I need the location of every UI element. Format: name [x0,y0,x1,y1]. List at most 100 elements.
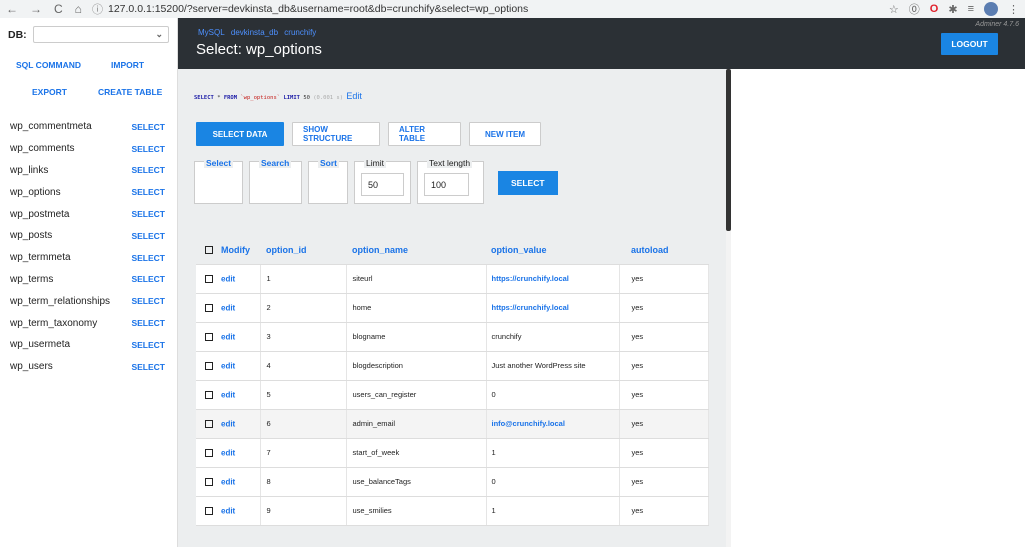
row-edit-link[interactable]: edit [221,477,235,486]
select-data-button[interactable]: SELECT DATA [196,122,284,146]
row-checkbox[interactable] [205,448,213,457]
sidebar-select-link[interactable]: SELECT [131,318,165,328]
row-checkbox[interactable] [205,332,213,341]
breadcrumb-db[interactable]: crunchify [284,28,316,37]
create-table-link[interactable]: CREATE TABLE [98,87,162,97]
sidebar-select-link[interactable]: SELECT [131,274,165,284]
back-icon[interactable]: ← [6,2,18,16]
cell-autoload: yes [619,467,709,497]
sidebar-select-link[interactable]: SELECT [131,340,165,350]
cell-autoload-text: yes [631,274,644,283]
sidebar-table-name[interactable]: wp_terms [10,274,53,285]
alter-table-button[interactable]: ALTER TABLE [388,122,461,146]
sidebar-table-name[interactable]: wp_term_relationships [10,296,110,307]
sidebar-select-link[interactable]: SELECT [131,209,165,219]
sidebar-select-link[interactable]: SELECT [131,187,165,197]
forward-icon[interactable]: → [30,2,42,16]
sort-legend[interactable]: Sort [318,158,339,168]
address-bar[interactable]: ⓘ 127.0.0.1:15200/?server=devkinsta_db&u… [92,1,889,17]
sidebar-select-link[interactable]: SELECT [131,122,165,132]
row-edit-link[interactable]: edit [221,506,235,515]
select-submit-button[interactable]: SELECT [498,171,558,195]
header-option-name[interactable]: option_name [346,236,486,265]
cell-option-value: 0 [486,380,620,410]
query-edit-link[interactable]: Edit [346,91,362,101]
header-modify-label[interactable]: Modify [221,245,250,255]
row-checkbox[interactable] [205,477,213,486]
sidebar-table-name[interactable]: wp_comments [10,143,74,154]
sidebar-table-name[interactable]: wp_options [10,187,61,198]
search-fieldset[interactable]: Search [249,158,302,204]
row-checkbox[interactable] [205,506,213,515]
row-checkbox[interactable] [205,419,213,428]
breadcrumb-server[interactable]: devkinsta_db [231,28,278,37]
row-checkbox[interactable] [205,361,213,370]
sidebar-table-name[interactable]: wp_term_taxonomy [10,318,97,329]
row-edit-link[interactable]: edit [221,448,235,457]
puzzle-icon[interactable]: ✱ [948,3,957,16]
cell-option-id-text: 6 [266,419,271,428]
row-checkbox[interactable] [205,390,213,399]
header-autoload[interactable]: autoload [619,236,709,265]
sidebar-table-name[interactable]: wp_commentmeta [10,121,92,132]
sidebar-select-link[interactable]: SELECT [131,144,165,154]
sidebar-table-name[interactable]: wp_links [10,165,48,176]
cell-option-id: 6 [260,409,347,439]
import-link[interactable]: IMPORT [111,60,144,70]
row-edit-link[interactable]: edit [221,303,235,312]
opera-icon[interactable]: O [930,3,939,15]
sidebar-table-name[interactable]: wp_posts [10,230,52,241]
logout-button[interactable]: LOGOUT [941,33,998,55]
header-option-value[interactable]: option_value [486,236,619,265]
sidebar-table-name[interactable]: wp_postmeta [10,209,69,220]
cell-option-value-text: crunchify [491,332,522,341]
cell-option-value-text[interactable]: https://crunchify.local [492,274,569,283]
breadcrumb-mysql[interactable]: MySQL [198,28,225,37]
select-fieldset[interactable]: Select [194,158,243,204]
cell-option-value-text[interactable]: info@crunchify.local [492,419,565,428]
select-legend[interactable]: Select [204,158,234,168]
site-info-icon[interactable]: ⓘ [92,1,103,17]
row-edit-link[interactable]: edit [221,332,235,341]
row-checkbox[interactable] [205,274,213,283]
cell-option-value-text[interactable]: https://crunchify.local [492,303,569,312]
db-select[interactable]: ⌄ [32,26,169,43]
show-structure-button[interactable]: SHOW STRUCTURE [292,122,380,146]
sidebar-table-name[interactable]: wp_usermeta [10,339,70,350]
text-length-input[interactable]: 100 [424,173,469,196]
export-link[interactable]: EXPORT [32,87,67,97]
row-edit-link[interactable]: edit [221,274,235,283]
sidebar-select-link[interactable]: SELECT [131,165,165,175]
sidebar-select-link[interactable]: SELECT [131,253,165,263]
limit-input[interactable]: 50 [361,173,404,196]
sidebar-select-link[interactable]: SELECT [131,231,165,241]
row-edit-link[interactable]: edit [221,361,235,370]
link-row-1: SQL COMMAND IMPORT [0,51,177,78]
sidebar-select-link[interactable]: SELECT [131,296,165,306]
profile-avatar[interactable] [984,2,998,16]
select-all-checkbox[interactable] [205,246,213,255]
sidebar-select-link[interactable]: SELECT [131,362,165,372]
cell-option-id: 5 [260,380,347,410]
sort-fieldset[interactable]: Sort [308,158,348,204]
cell-option-id: 1 [260,264,347,294]
row-edit-link[interactable]: edit [221,390,235,399]
bookmark-star-icon[interactable]: ☆ [889,3,899,16]
extension-icon[interactable]: ⓪ [909,1,920,17]
row-checkbox[interactable] [205,303,213,312]
sql-command-link[interactable]: SQL COMMAND [16,60,81,70]
cell-option-name: home [346,293,487,323]
sidebar-table-name[interactable]: wp_termmeta [10,252,71,263]
cell-autoload: yes [619,409,709,439]
adminer-version[interactable]: Adminer 4.7.6 [975,21,1019,28]
search-legend[interactable]: Search [259,158,292,168]
row-edit-link[interactable]: edit [221,419,235,428]
cell-autoload-text: yes [631,361,644,370]
reload-icon[interactable]: C [54,2,63,16]
header-option-id[interactable]: option_id [260,236,346,265]
more-icon[interactable]: ⋮ [1008,3,1019,16]
sidebar-table-name[interactable]: wp_users [10,361,53,372]
new-item-button[interactable]: NEW ITEM [469,122,541,146]
home-icon[interactable]: ⌂ [75,2,82,16]
menu-list-icon[interactable]: ≡ [968,3,974,15]
